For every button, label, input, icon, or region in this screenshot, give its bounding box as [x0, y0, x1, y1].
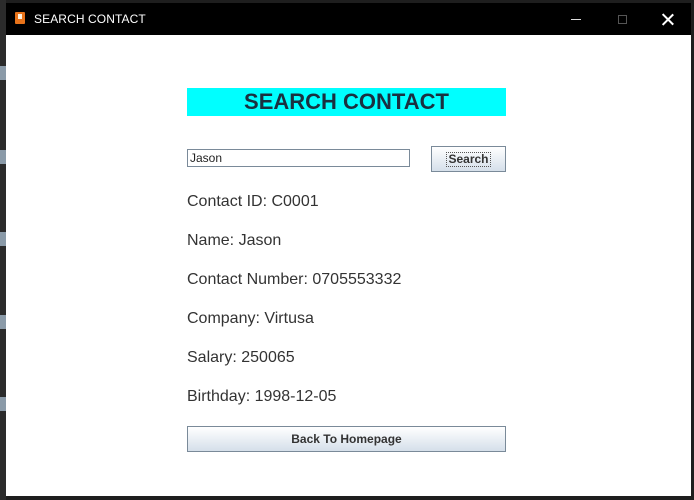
back-to-homepage-button[interactable]: Back To Homepage: [187, 426, 506, 452]
search-button[interactable]: Search: [431, 146, 506, 172]
close-button[interactable]: [645, 3, 691, 35]
contact-company-label: Company: Virtusa: [187, 310, 314, 327]
contact-name-label: Name: Jason: [187, 232, 282, 249]
content-panel: SEARCH CONTACT Search Contact ID: C0001 …: [6, 35, 691, 496]
window-title: SEARCH CONTACT: [34, 12, 146, 26]
page-heading: SEARCH CONTACT: [187, 88, 506, 116]
contact-number-label: Contact Number: 0705553332: [187, 271, 402, 288]
maximize-button[interactable]: [599, 3, 645, 35]
minimize-button[interactable]: [553, 3, 599, 35]
minimize-icon: [571, 18, 581, 20]
java-app-icon: [15, 12, 25, 24]
title-bar[interactable]: SEARCH CONTACT: [6, 3, 691, 35]
search-contact-window: SEARCH CONTACT SEARCH CONTACT Search Con…: [6, 3, 691, 496]
close-icon: [662, 13, 674, 25]
search-button-label: Search: [446, 151, 491, 167]
maximize-icon: [617, 14, 627, 24]
contact-id-label: Contact ID: C0001: [187, 193, 319, 210]
contact-salary-label: Salary: 250065: [187, 349, 295, 366]
contact-birthday-label: Birthday: 1998-12-05: [187, 388, 337, 405]
search-input[interactable]: [187, 149, 410, 167]
